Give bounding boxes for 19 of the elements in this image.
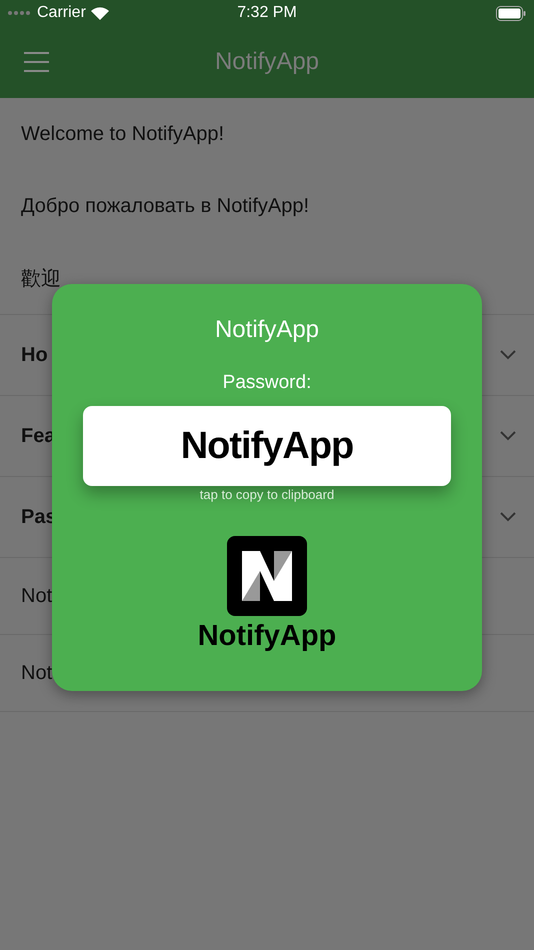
password-button[interactable]: NotifyApp	[83, 406, 451, 486]
row-text: Ho	[21, 344, 48, 366]
copy-hint: tap to copy to clipboard	[200, 487, 334, 502]
logo-wordmark: NotifyApp	[198, 620, 336, 653]
row-text: Not	[21, 584, 52, 608]
n-logo-icon	[227, 536, 307, 616]
row-text: Not	[21, 662, 52, 684]
status-time: 7:32 PM	[237, 4, 297, 22]
carrier-name: Carrier	[37, 4, 86, 22]
app-title: NotifyApp	[214, 48, 320, 76]
row-text: 歡迎	[21, 266, 61, 292]
password-label: Password:	[222, 372, 312, 394]
row-text: Добро пожаловать в NotifyApp!	[21, 194, 310, 218]
battery-icon	[496, 6, 526, 20]
signal-icon	[8, 11, 32, 15]
row-text: Welcome to NotifyApp!	[21, 122, 224, 146]
menu-button[interactable]	[24, 52, 49, 72]
wifi-icon	[90, 6, 109, 20]
dialog-title: NotifyApp	[214, 316, 320, 344]
